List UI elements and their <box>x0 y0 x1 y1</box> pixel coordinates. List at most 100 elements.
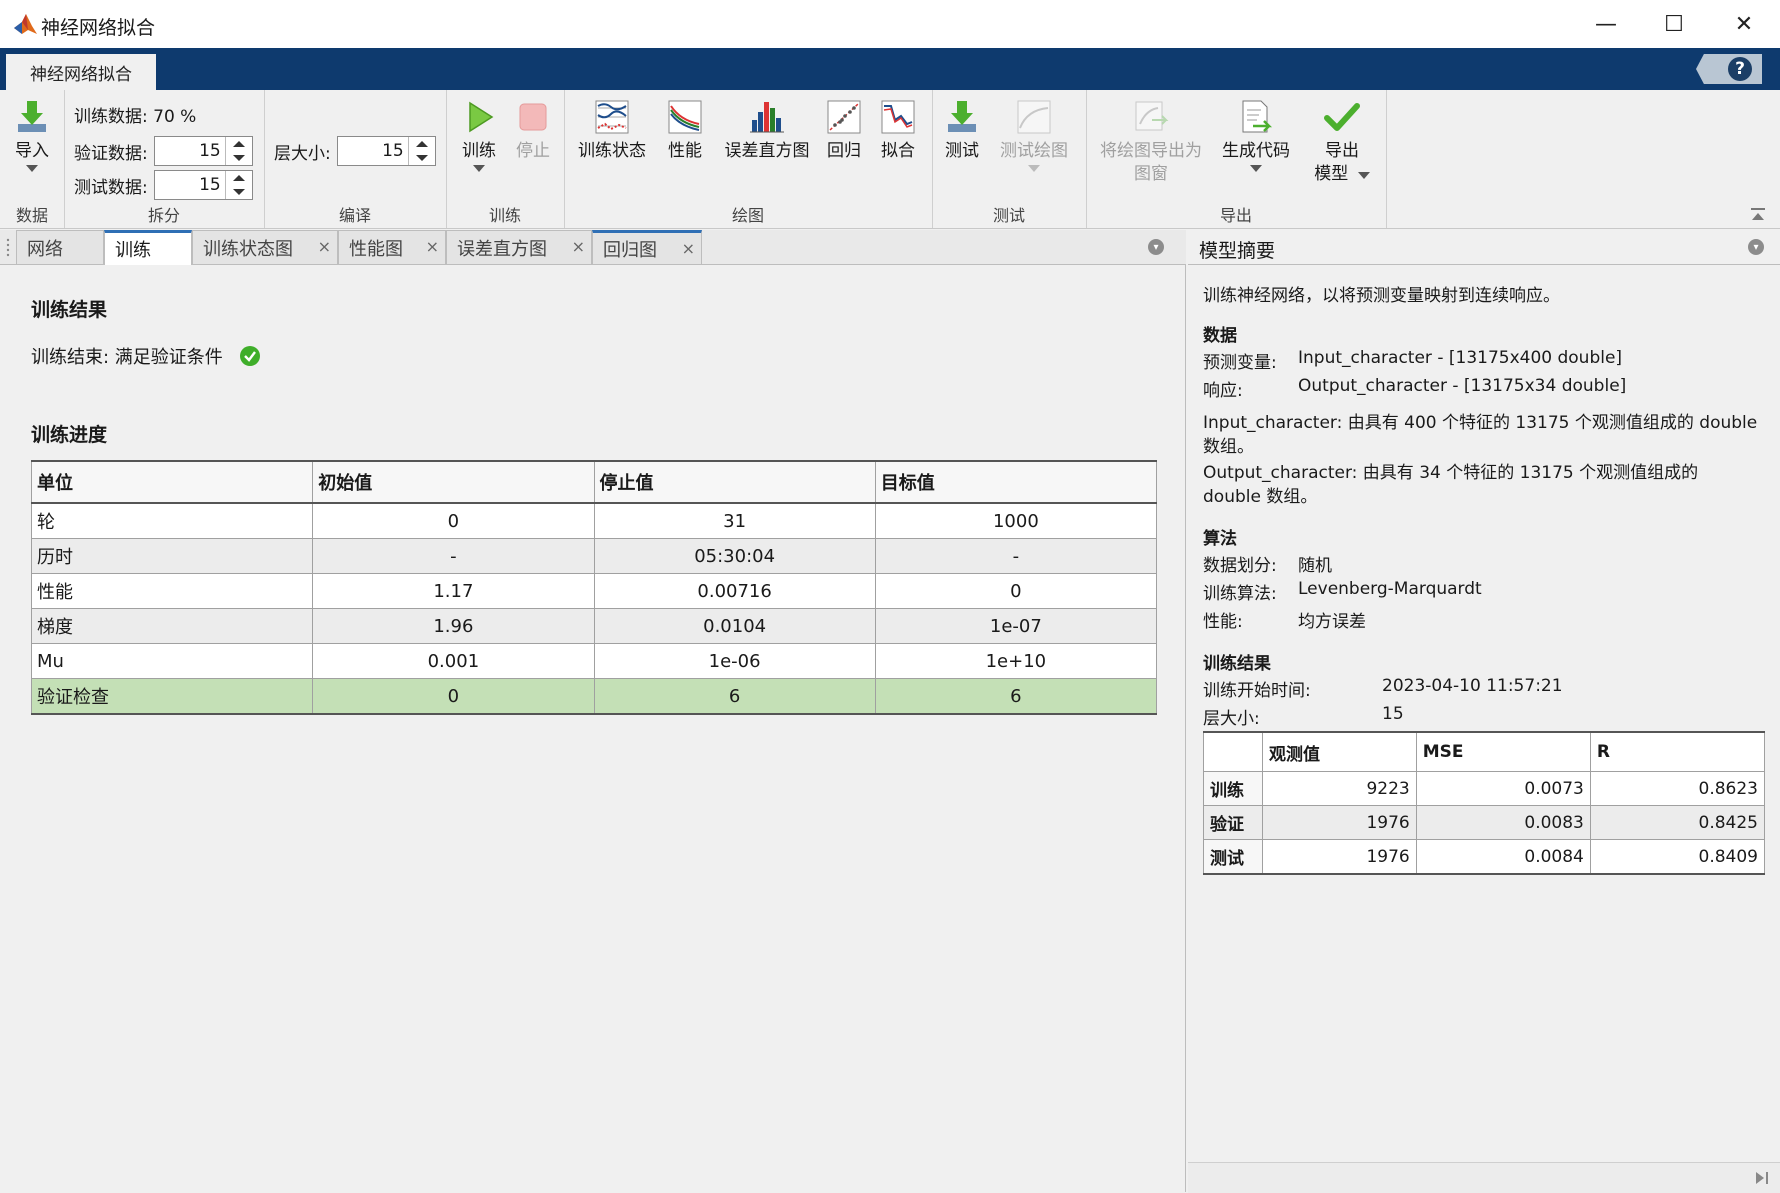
maximize-button[interactable]: ☐ <box>1638 0 1710 48</box>
test-button-label: 测试 <box>945 141 979 161</box>
table-row: 轮 0 31 1000 <box>30 502 1158 539</box>
row-header: 测试 <box>1203 839 1263 875</box>
histogram-icon <box>750 102 784 133</box>
arrow-down-icon[interactable] <box>232 189 245 195</box>
export-model-label-line1: 导出 <box>1325 141 1359 161</box>
performance-label: 性能 <box>668 141 702 161</box>
toolstrip: 导入 数据 训练数据: 70 % 验证数据: 15 测试数据: 15 拆分 层大… <box>0 90 1780 229</box>
help-button[interactable]: ? <box>1696 54 1762 84</box>
performance-button[interactable]: 性能 <box>656 98 714 163</box>
section-label-compile: 编译 <box>338 206 371 225</box>
model-summary-panel: 训练神经网络，以将预测变量映射到连续响应。 数据 预测变量: Input_cha… <box>1188 265 1780 1162</box>
arrow-up-icon[interactable] <box>232 175 245 181</box>
success-check-icon <box>239 346 260 366</box>
export-model-button[interactable]: 导出 模型 <box>1306 98 1378 186</box>
fit-label: 拟合 <box>881 141 915 161</box>
summary-layer-size-label: 层大小: <box>1203 709 1260 729</box>
spinner-arrows[interactable] <box>224 137 252 165</box>
close-button[interactable]: ✕ <box>1708 0 1780 48</box>
column-header: R <box>1589 731 1766 772</box>
table-row-highlighted: 验证检查 0 6 6 <box>30 678 1158 715</box>
stop-label: 停止 <box>516 141 550 161</box>
table-row: 历时 - 05:30:04 - <box>30 538 1158 574</box>
expand-panel-icon[interactable] <box>1754 1171 1770 1185</box>
checkmark-icon <box>1324 103 1360 131</box>
arrow-up-icon[interactable] <box>415 141 428 147</box>
table-cell: 0.8409 <box>1589 839 1766 875</box>
table-cell: 1000 <box>874 502 1158 539</box>
training-state-button[interactable]: 训练状态 <box>574 98 650 163</box>
generate-code-icon <box>1242 100 1273 133</box>
training-results-heading: 训练结果 <box>31 299 108 321</box>
chevron-down-icon <box>473 165 485 172</box>
table-row: 训练 9223 0.0073 0.8623 <box>1203 771 1766 806</box>
arrow-down-icon[interactable] <box>415 155 428 161</box>
error-histogram-button[interactable]: 误差直方图 <box>720 98 814 163</box>
tab-training[interactable]: 训练 <box>104 230 192 265</box>
validation-value[interactable]: 15 <box>155 141 225 161</box>
generate-code-button[interactable]: 生成代码 <box>1218 98 1294 172</box>
tab-network[interactable]: 网络 <box>16 230 104 264</box>
train-button[interactable]: 训练 <box>454 98 504 172</box>
table-row: 测试 1976 0.0084 0.8409 <box>1203 839 1766 875</box>
close-tab-icon[interactable]: × <box>572 237 585 256</box>
layer-size-value[interactable]: 15 <box>338 141 408 161</box>
tab-training-state-plot[interactable]: 训练状态图 × <box>192 230 338 264</box>
tab-error-histogram[interactable]: 误差直方图 × <box>446 230 592 264</box>
table-cell: 0.001 <box>312 643 595 679</box>
predictor-label: 预测变量: <box>1203 353 1277 373</box>
panel-menu-icon[interactable]: ▾ <box>1148 239 1164 255</box>
chevron-down-icon <box>26 165 38 172</box>
export-model-label-line2: 模型 <box>1314 164 1349 184</box>
regression-button[interactable]: 回归 <box>820 98 868 163</box>
test-value[interactable]: 15 <box>155 175 225 195</box>
start-time-value: 2023-04-10 11:57:21 <box>1382 676 1563 696</box>
test-button[interactable]: 测试 <box>938 98 986 163</box>
validation-spinner[interactable]: 15 <box>153 136 253 166</box>
spinner-arrows[interactable] <box>224 171 252 199</box>
tab-regression-plot[interactable]: 回归图 × <box>592 230 702 264</box>
table-cell: 0.0104 <box>593 608 876 644</box>
section-label-export: 导出 <box>1219 206 1252 225</box>
test-plot-button[interactable]: 测试绘图 <box>992 98 1076 172</box>
test-spinner[interactable]: 15 <box>153 170 253 200</box>
export-plot-button[interactable]: 将绘图导出为 图窗 <box>1094 98 1208 186</box>
split-label: 数据划分: <box>1203 556 1277 576</box>
fit-button[interactable]: 拟合 <box>874 98 922 163</box>
table-cell: 6 <box>593 678 876 715</box>
column-header: MSE <box>1415 731 1591 772</box>
test-plot-label: 测试绘图 <box>1000 141 1068 161</box>
spinner-arrows[interactable] <box>407 137 435 165</box>
import-button[interactable]: 导入 <box>6 98 58 172</box>
table-row: 梯度 1.96 0.0104 1e-07 <box>30 608 1158 644</box>
import-icon <box>18 101 46 132</box>
stop-button[interactable]: 停止 <box>508 98 558 163</box>
panel-menu-icon[interactable]: ▾ <box>1748 239 1764 255</box>
section-compile: 层大小: 15 编译 <box>264 90 447 228</box>
table-cell: 1e-07 <box>874 608 1158 644</box>
play-icon <box>469 101 494 133</box>
table-cell: 验证检查 <box>30 678 314 715</box>
section-label-test: 测试 <box>992 206 1025 225</box>
column-header: 目标值 <box>874 460 1158 504</box>
close-tab-icon[interactable]: × <box>682 239 695 258</box>
ribbon-tab-neural-fitting[interactable]: 神经网络拟合 <box>6 54 156 90</box>
arrow-down-icon[interactable] <box>232 155 245 161</box>
table-cell: 1976 <box>1262 839 1417 875</box>
arrow-up-icon[interactable] <box>232 141 245 147</box>
minimize-button[interactable]: — <box>1570 0 1642 48</box>
table-cell: 0.8425 <box>1589 805 1766 840</box>
train-data-text: 训练数据: 70 % <box>74 107 197 127</box>
tab-regression-plot-label: 回归图 <box>603 239 657 261</box>
layer-size-spinner[interactable]: 15 <box>336 136 436 166</box>
summary-intro: 训练神经网络，以将预测变量映射到连续响应。 <box>1203 286 1560 306</box>
collapse-toolstrip-icon[interactable] <box>1750 208 1766 222</box>
table-cell: 0 <box>312 502 595 539</box>
close-tab-icon[interactable]: × <box>426 237 439 256</box>
table-cell: 1.17 <box>312 573 595 609</box>
table-header-row: 观测值 MSE R <box>1203 731 1766 772</box>
table-cell: 6 <box>874 678 1158 715</box>
close-tab-icon[interactable]: × <box>318 237 331 256</box>
table-cell: 0 <box>312 678 595 715</box>
tab-performance-plot[interactable]: 性能图 × <box>338 230 446 264</box>
